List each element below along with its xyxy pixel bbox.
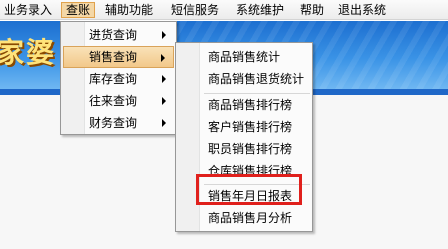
menu-item-staff-sales-ranking[interactable]: 职员销售排行榜 <box>178 138 310 160</box>
menu-item-label: 销售查询 <box>89 50 138 64</box>
menu-check-accounts[interactable]: 查账 <box>61 2 96 18</box>
menu-item-product-sales-ranking[interactable]: 商品销售排行榜 <box>178 94 310 116</box>
menu-sms-service[interactable]: 短信服务 <box>167 2 223 18</box>
menu-system-maintenance[interactable]: 系统维护 <box>232 2 288 18</box>
menu-auxiliary[interactable]: 辅助功能 <box>101 2 157 18</box>
submenu-arrow-icon <box>161 54 165 62</box>
menu-item-purchase-query[interactable]: 进货查询 <box>63 24 174 46</box>
submenu-arrow-icon <box>162 97 166 105</box>
query-dropdown-menu: 进货查询 销售查询 库存查询 往来查询 财务查询 <box>60 21 177 135</box>
menu-item-product-return-stats[interactable]: 商品销售退货统计 <box>178 68 310 90</box>
menu-item-customer-sales-ranking[interactable]: 客户销售排行榜 <box>178 116 310 138</box>
menu-item-transactions-query[interactable]: 往来查询 <box>63 90 174 112</box>
menu-item-product-monthly-analysis[interactable]: 商品销售月分析 <box>178 207 310 229</box>
menu-item-finance-query[interactable]: 财务查询 <box>63 112 174 134</box>
menu-item-label: 库存查询 <box>89 72 138 86</box>
submenu-arrow-icon <box>162 119 166 127</box>
banner-logo: 家婆 <box>0 36 57 69</box>
menu-data-entry[interactable]: 业务录入 <box>0 2 56 18</box>
menu-bar: 业务录入 查账 辅助功能 短信服务 系统维护 帮助 退出系统 <box>0 0 448 20</box>
menu-exit-system[interactable]: 退出系统 <box>334 2 390 18</box>
submenu-arrow-icon <box>162 75 166 83</box>
menu-help[interactable]: 帮助 <box>296 2 328 18</box>
menu-item-label: 进货查询 <box>89 28 138 42</box>
submenu-arrow-icon <box>162 31 166 39</box>
menu-item-sales-query[interactable]: 销售查询 <box>63 46 174 68</box>
menu-item-product-sales-stats[interactable]: 商品销售统计 <box>178 46 310 68</box>
menu-item-label: 财务查询 <box>89 116 138 130</box>
annotation-highlight-box <box>196 174 302 205</box>
menu-item-label: 往来查询 <box>89 94 138 108</box>
menu-item-inventory-query[interactable]: 库存查询 <box>63 68 174 90</box>
